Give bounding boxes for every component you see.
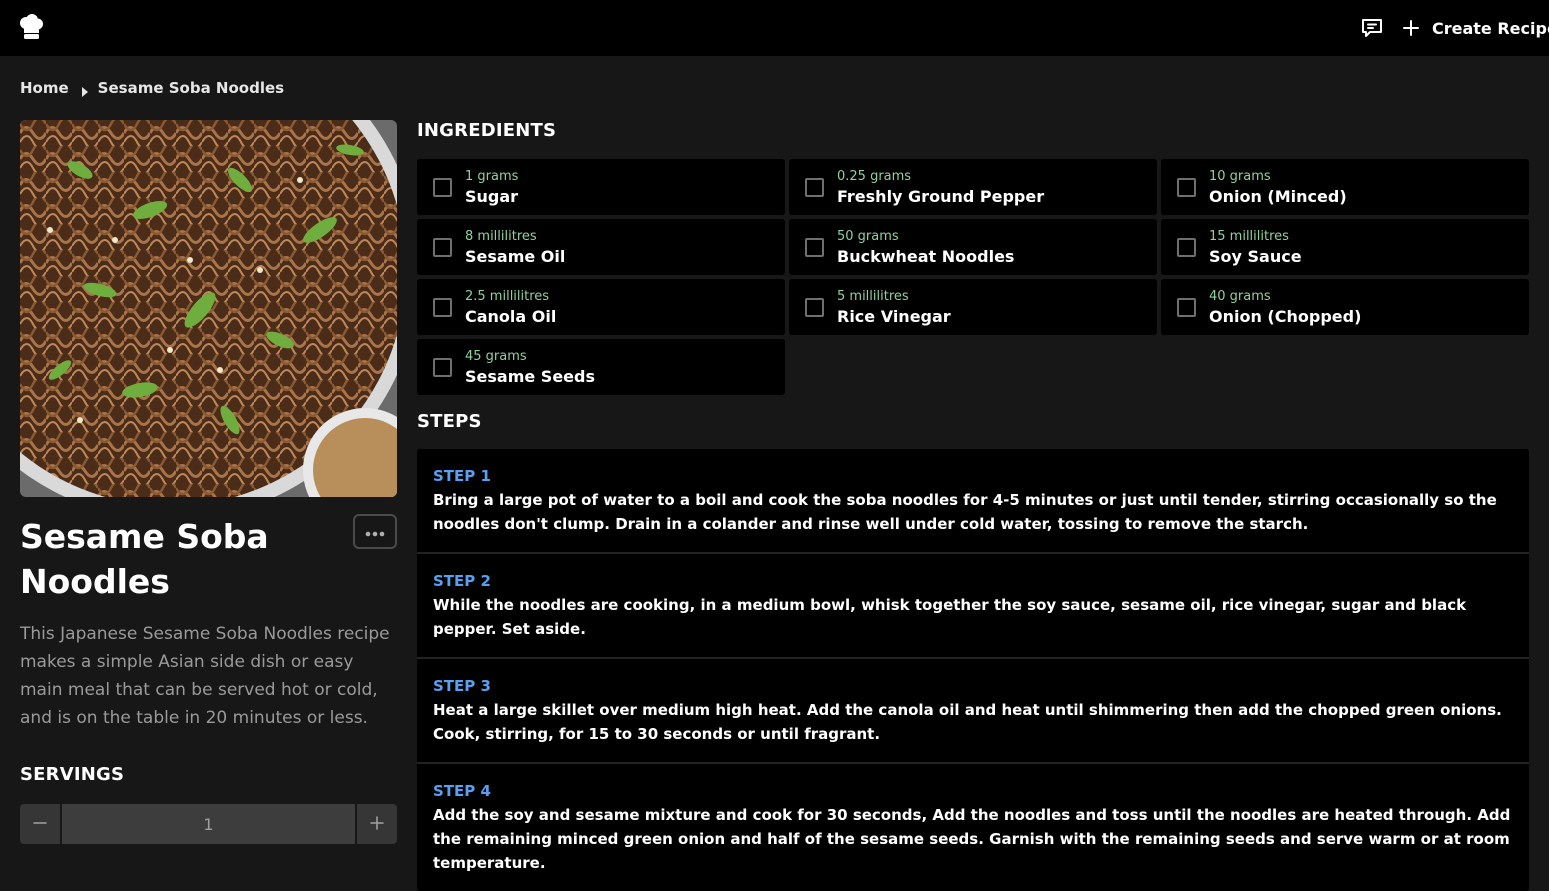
ingredient-quantity: 5 millilitres <box>837 289 909 304</box>
ingredient-quantity: 15 millilitres <box>1209 229 1289 244</box>
step-number: STEP 1 <box>433 467 491 485</box>
ingredient-quantity: 1 grams <box>465 169 519 184</box>
ingredient-item[interactable]: 8 millilitres Sesame Oil <box>417 219 785 275</box>
ingredient-checkbox[interactable] <box>433 178 452 197</box>
more-options-button[interactable] <box>353 514 397 549</box>
ingredient-checkbox[interactable] <box>433 238 452 257</box>
plus-icon <box>370 815 384 834</box>
top-bar: Create Recipe <box>0 0 1549 56</box>
ingredient-name: Soy Sauce <box>1209 247 1302 266</box>
ingredient-quantity: 0.25 grams <box>837 169 912 184</box>
step-item: STEP 2 While the noodles are cooking, in… <box>417 554 1529 659</box>
ingredient-quantity: 40 grams <box>1209 289 1271 304</box>
step-item: STEP 4 Add the soy and sesame mixture an… <box>417 764 1529 891</box>
step-text: While the noodles are cooking, in a medi… <box>433 596 1467 638</box>
ingredient-quantity: 2.5 millilitres <box>465 289 550 304</box>
step-number: STEP 3 <box>433 677 491 695</box>
comment-icon[interactable] <box>1360 16 1384 40</box>
increase-servings-button[interactable] <box>357 804 397 844</box>
step-number: STEP 4 <box>433 782 491 800</box>
servings-stepper: 1 <box>20 804 397 844</box>
decrease-servings-button[interactable] <box>20 804 60 844</box>
ingredient-name: Buckwheat Noodles <box>837 247 1015 266</box>
ingredient-name: Canola Oil <box>465 307 557 326</box>
ingredient-name: Onion (Minced) <box>1209 187 1347 206</box>
ingredient-item[interactable]: 0.25 grams Freshly Ground Pepper <box>789 159 1157 215</box>
recipe-description: This Japanese Sesame Soba Noodles recipe… <box>20 624 390 728</box>
ingredient-checkbox[interactable] <box>1177 238 1196 257</box>
recipe-title: Sesame Soba Noodles <box>20 517 269 601</box>
ingredient-quantity: 10 grams <box>1209 169 1271 184</box>
ingredient-item[interactable]: 1 grams Sugar <box>417 159 785 215</box>
servings-label: SERVINGS <box>20 764 125 785</box>
steps-list: STEP 1 Bring a large pot of water to a b… <box>417 449 1529 891</box>
step-item: STEP 1 Bring a large pot of water to a b… <box>417 449 1529 554</box>
step-text: Bring a large pot of water to a boil and… <box>433 491 1497 533</box>
ingredient-quantity: 45 grams <box>465 349 527 364</box>
servings-value[interactable]: 1 <box>62 804 355 844</box>
chevron-right-icon <box>81 83 88 97</box>
ingredient-name: Onion (Chopped) <box>1209 307 1362 326</box>
recipe-image <box>20 120 397 497</box>
ingredient-checkbox[interactable] <box>433 298 452 317</box>
steps-heading: STEPS <box>417 411 482 432</box>
ingredient-checkbox[interactable] <box>805 238 824 257</box>
ingredient-checkbox[interactable] <box>805 178 824 197</box>
ingredients-list: 1 grams Sugar 0.25 grams Freshly Ground … <box>417 159 1529 395</box>
breadcrumb-home-link[interactable]: Home <box>20 79 69 97</box>
ingredient-name: Sugar <box>465 187 519 206</box>
more-horizontal-icon <box>365 522 385 541</box>
ingredient-name: Rice Vinegar <box>837 307 951 326</box>
ingredient-quantity: 8 millilitres <box>465 229 537 244</box>
step-item: STEP 3 Heat a large skillet over medium … <box>417 659 1529 764</box>
chef-hat-icon[interactable] <box>19 14 44 41</box>
step-text: Add the soy and sesame mixture and cook … <box>433 806 1511 872</box>
ingredient-checkbox[interactable] <box>1177 298 1196 317</box>
ingredient-item[interactable]: 40 grams Onion (Chopped) <box>1161 279 1529 335</box>
ingredient-item[interactable]: 15 millilitres Soy Sauce <box>1161 219 1529 275</box>
ingredient-checkbox[interactable] <box>1177 178 1196 197</box>
ingredient-checkbox[interactable] <box>433 358 452 377</box>
ingredient-item[interactable]: 10 grams Onion (Minced) <box>1161 159 1529 215</box>
ingredient-item[interactable]: 5 millilitres Rice Vinegar <box>789 279 1157 335</box>
ingredient-item[interactable]: 50 grams Buckwheat Noodles <box>789 219 1157 275</box>
ingredient-checkbox[interactable] <box>805 298 824 317</box>
ingredient-name: Sesame Seeds <box>465 367 595 386</box>
minus-icon <box>33 815 47 834</box>
create-recipe-label: Create Recipe <box>1432 18 1549 38</box>
step-text: Heat a large skillet over medium high he… <box>433 701 1502 743</box>
plus-icon <box>1402 19 1420 37</box>
create-recipe-button[interactable]: Create Recipe <box>1402 14 1549 42</box>
ingredient-name: Sesame Oil <box>465 247 566 266</box>
ingredient-item[interactable]: 2.5 millilitres Canola Oil <box>417 279 785 335</box>
breadcrumb: Home Sesame Soba Noodles <box>20 78 284 98</box>
ingredient-quantity: 50 grams <box>837 229 899 244</box>
ingredients-heading: INGREDIENTS <box>417 120 557 141</box>
breadcrumb-current: Sesame Soba Noodles <box>97 79 285 97</box>
ingredient-item[interactable]: 45 grams Sesame Seeds <box>417 339 785 395</box>
ingredient-name: Freshly Ground Pepper <box>837 187 1045 206</box>
step-number: STEP 2 <box>433 572 491 590</box>
